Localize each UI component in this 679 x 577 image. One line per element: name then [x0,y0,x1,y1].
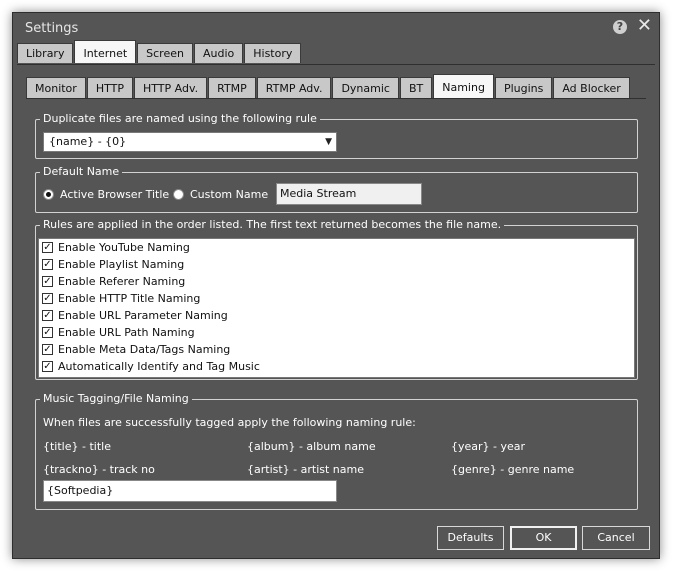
rule-label: Enable HTTP Title Naming [58,292,201,305]
list-item[interactable]: ✓ Enable Referer Naming [42,273,185,290]
radio-active-browser-title[interactable]: Active Browser Title [43,188,169,201]
rule-label: Enable YouTube Naming [58,241,190,254]
tab-internet[interactable]: Internet [74,40,137,63]
rules-list: ✓ Enable YouTube Naming ✓ Enable Playlis… [38,238,635,378]
subtab-monitor[interactable]: Monitor [26,77,86,98]
tab-library[interactable]: Library [17,43,74,63]
duplicate-rule-value: {name} - {0} [49,135,127,148]
rule-label: Enable Meta Data/Tags Naming [58,343,231,356]
chevron-down-icon: ▼ [325,137,332,147]
ok-button[interactable]: OK [510,526,577,550]
sub-tab-bar: Monitor HTTP HTTP Adv. RTMP RTMP Adv. Dy… [26,74,631,98]
rule-label: Automatically Identify and Tag Music [58,360,260,373]
subtab-plugins[interactable]: Plugins [494,77,553,98]
custom-name-input[interactable]: Media Stream [276,183,422,205]
radio-custom-name[interactable]: Custom Name [173,188,268,201]
tab-divider [17,64,655,65]
tab-history[interactable]: History [244,43,302,63]
token-album: {album} - album name [247,440,376,453]
checkbox-checked-icon[interactable]: ✓ [42,276,53,287]
radio-button-checked[interactable] [43,189,54,200]
rule-label: Enable URL Path Naming [58,326,195,339]
token-title: {title} - title [43,440,111,453]
naming-pattern-input[interactable]: {Softpedia} [43,480,337,502]
rule-label: Enable URL Parameter Naming [58,309,228,322]
checkbox-checked-icon[interactable]: ✓ [42,361,53,372]
subtab-bt[interactable]: BT [399,77,433,98]
checkbox-checked-icon[interactable]: ✓ [42,327,53,338]
radio-label-custom-name: Custom Name [190,188,269,201]
list-item[interactable]: ✓ Enable HTTP Title Naming [42,290,200,307]
settings-window: Settings ? ✕ Library Internet Screen Aud… [12,12,660,559]
tab-audio[interactable]: Audio [193,43,244,63]
checkbox-checked-icon[interactable]: ✓ [42,344,53,355]
duplicate-rule-select[interactable]: {name} - {0} ▼ [43,132,337,152]
token-trackno: {trackno} - track no [43,463,155,476]
checkbox-checked-icon[interactable]: ✓ [42,259,53,270]
title-bar: Settings ? ✕ [13,13,659,43]
subtab-naming[interactable]: Naming [433,74,494,98]
help-icon[interactable]: ? [613,20,627,34]
top-tab-bar: Library Internet Screen Audio History [17,40,302,63]
list-item[interactable]: ✓ Enable URL Path Naming [42,324,195,341]
music-description: When files are successfully tagged apply… [43,416,416,429]
window-title: Settings [25,21,79,36]
rule-label: Enable Referer Naming [58,275,186,288]
list-item[interactable]: ✓ Enable Playlist Naming [42,256,184,273]
list-item[interactable]: ✓ Enable YouTube Naming [42,239,190,256]
subtab-http-adv[interactable]: HTTP Adv. [133,77,208,98]
subtab-divider [26,98,646,99]
duplicate-group: Duplicate files are named using the foll… [35,112,638,159]
radio-label-active-browser-title: Active Browser Title [60,188,170,201]
subtab-http[interactable]: HTTP [86,77,133,98]
music-tagging-group: Music Tagging/File Naming When files are… [35,392,638,510]
default-name-group: Default Name Active Browser Title Custom… [35,165,638,213]
checkbox-checked-icon[interactable]: ✓ [42,242,53,253]
music-legend: Music Tagging/File Naming [40,392,192,405]
rules-group: Rules are applied in the order listed. T… [35,218,638,380]
list-item[interactable]: ✓ Enable Meta Data/Tags Naming [42,341,230,358]
subtab-rtmp-adv[interactable]: RTMP Adv. [256,77,332,98]
list-item[interactable]: ✓ Enable URL Parameter Naming [42,307,228,324]
checkbox-checked-icon[interactable]: ✓ [42,310,53,321]
duplicate-legend: Duplicate files are named using the foll… [40,112,320,125]
token-genre: {genre} - genre name [451,463,575,476]
default-name-legend: Default Name [40,165,123,178]
subtab-ad-blocker[interactable]: Ad Blocker [553,77,630,98]
defaults-button[interactable]: Defaults [437,526,504,550]
list-item[interactable]: ✓ Automatically Identify and Tag Music [42,358,260,375]
checkbox-checked-icon[interactable]: ✓ [42,293,53,304]
close-icon[interactable]: ✕ [637,16,652,36]
rules-legend: Rules are applied in the order listed. T… [40,218,505,231]
token-year: {year} - year [451,440,526,453]
subtab-rtmp[interactable]: RTMP [208,77,256,98]
tab-screen[interactable]: Screen [137,43,193,63]
cancel-button[interactable]: Cancel [582,526,650,550]
token-artist: {artist} - artist name [247,463,365,476]
subtab-dynamic[interactable]: Dynamic [332,77,399,98]
rule-label: Enable Playlist Naming [58,258,185,271]
radio-button-unchecked[interactable] [173,189,184,200]
